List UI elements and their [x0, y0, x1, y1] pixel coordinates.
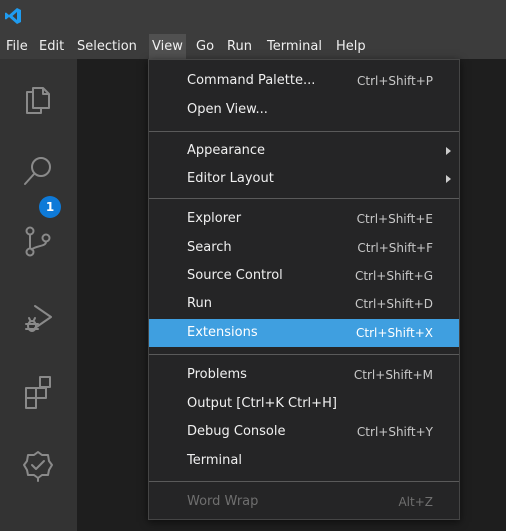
menu-file[interactable]: File [3, 34, 31, 59]
view-menu-dropdown: Command Palette... Ctrl+Shift+P Open Vie… [148, 59, 460, 520]
menu-item-label: Run [187, 296, 212, 311]
menu-item-open-view[interactable]: Open View... [149, 96, 459, 124]
submenu-arrow-icon [446, 175, 451, 183]
menu-terminal[interactable]: Terminal [264, 34, 325, 59]
menu-item-run[interactable]: Run Ctrl+Shift+D [149, 290, 459, 318]
run-debug-icon[interactable] [19, 298, 57, 336]
menu-item-word-wrap: Word Wrap Alt+Z [149, 488, 459, 516]
menu-item-label: Search [187, 240, 232, 255]
menu-item-command-palette[interactable]: Command Palette... Ctrl+Shift+P [149, 67, 459, 95]
menu-item-problems[interactable]: Problems Ctrl+Shift+M [149, 361, 459, 389]
menu-item-extensions[interactable]: Extensions Ctrl+Shift+X [149, 319, 459, 347]
menu-item-shortcut: Ctrl+Shift+F [357, 241, 433, 255]
menu-go[interactable]: Go [193, 34, 217, 59]
vscode-window: File Edit Selection View Go Run Terminal… [0, 0, 506, 531]
menu-item-explorer[interactable]: Explorer Ctrl+Shift+E [149, 205, 459, 233]
menu-item-shortcut: Ctrl+Shift+E [356, 212, 433, 226]
source-control-icon[interactable] [19, 222, 57, 260]
menu-item-label: Explorer [187, 211, 242, 226]
menu-item-shortcut: Ctrl+Shift+G [354, 269, 433, 283]
menu-item-shortcut: Ctrl+Shift+D [355, 297, 433, 311]
menu-selection[interactable]: Selection [74, 34, 140, 59]
menu-separator [149, 198, 459, 199]
explorer-icon[interactable] [19, 78, 57, 116]
menu-separator [149, 131, 459, 132]
menu-item-shortcut: Ctrl+Shift+X [356, 326, 433, 340]
menu-item-appearance[interactable]: Appearance [149, 137, 459, 165]
menu-item-label: Problems [187, 367, 247, 382]
menu-item-shortcut: Ctrl+Shift+P [357, 74, 433, 88]
menu-item-label: Debug Console [187, 424, 286, 439]
menu-item-label: Command Palette... [187, 73, 316, 88]
menu-item-debug-console[interactable]: Debug Console Ctrl+Shift+Y [149, 418, 459, 446]
menu-view[interactable]: View [149, 34, 186, 59]
vscode-logo-icon[interactable] [4, 7, 22, 25]
extensions-icon[interactable] [19, 372, 57, 410]
menu-item-terminal[interactable]: Terminal [149, 447, 459, 475]
menu-item-shortcut: Ctrl+Shift+Y [356, 425, 433, 439]
menu-item-label: Editor Layout [187, 171, 274, 186]
source-control-badge: 1 [39, 196, 61, 218]
menu-item-editor-layout[interactable]: Editor Layout [149, 165, 459, 193]
search-icon[interactable] [19, 152, 57, 190]
menu-item-label: Open View... [187, 102, 268, 117]
menu-item-label: Source Control [187, 268, 283, 283]
menu-item-label: Terminal [187, 453, 242, 468]
menu-separator [149, 354, 459, 355]
menu-item-output[interactable]: Output [Ctrl+K Ctrl+H] [149, 390, 459, 418]
testing-icon[interactable] [19, 446, 57, 484]
menu-help[interactable]: Help [333, 34, 369, 59]
menu-item-source-control[interactable]: Source Control Ctrl+Shift+G [149, 262, 459, 290]
menu-item-search[interactable]: Search Ctrl+Shift+F [149, 234, 459, 262]
menu-item-shortcut: Ctrl+Shift+M [353, 368, 433, 382]
menu-separator [149, 481, 459, 482]
menu-item-label: Word Wrap [187, 494, 259, 509]
menu-item-label: Appearance [187, 143, 266, 158]
menu-item-label: Extensions [187, 325, 258, 340]
menu-item-shortcut: Alt+Z [398, 495, 433, 509]
menu-run[interactable]: Run [224, 34, 255, 59]
menu-bar: File Edit Selection View Go Run Terminal… [0, 34, 506, 59]
menu-edit[interactable]: Edit [36, 34, 67, 59]
submenu-arrow-icon [446, 147, 451, 155]
title-bar [0, 0, 506, 34]
menu-item-label: Output [Ctrl+K Ctrl+H] [187, 396, 337, 411]
